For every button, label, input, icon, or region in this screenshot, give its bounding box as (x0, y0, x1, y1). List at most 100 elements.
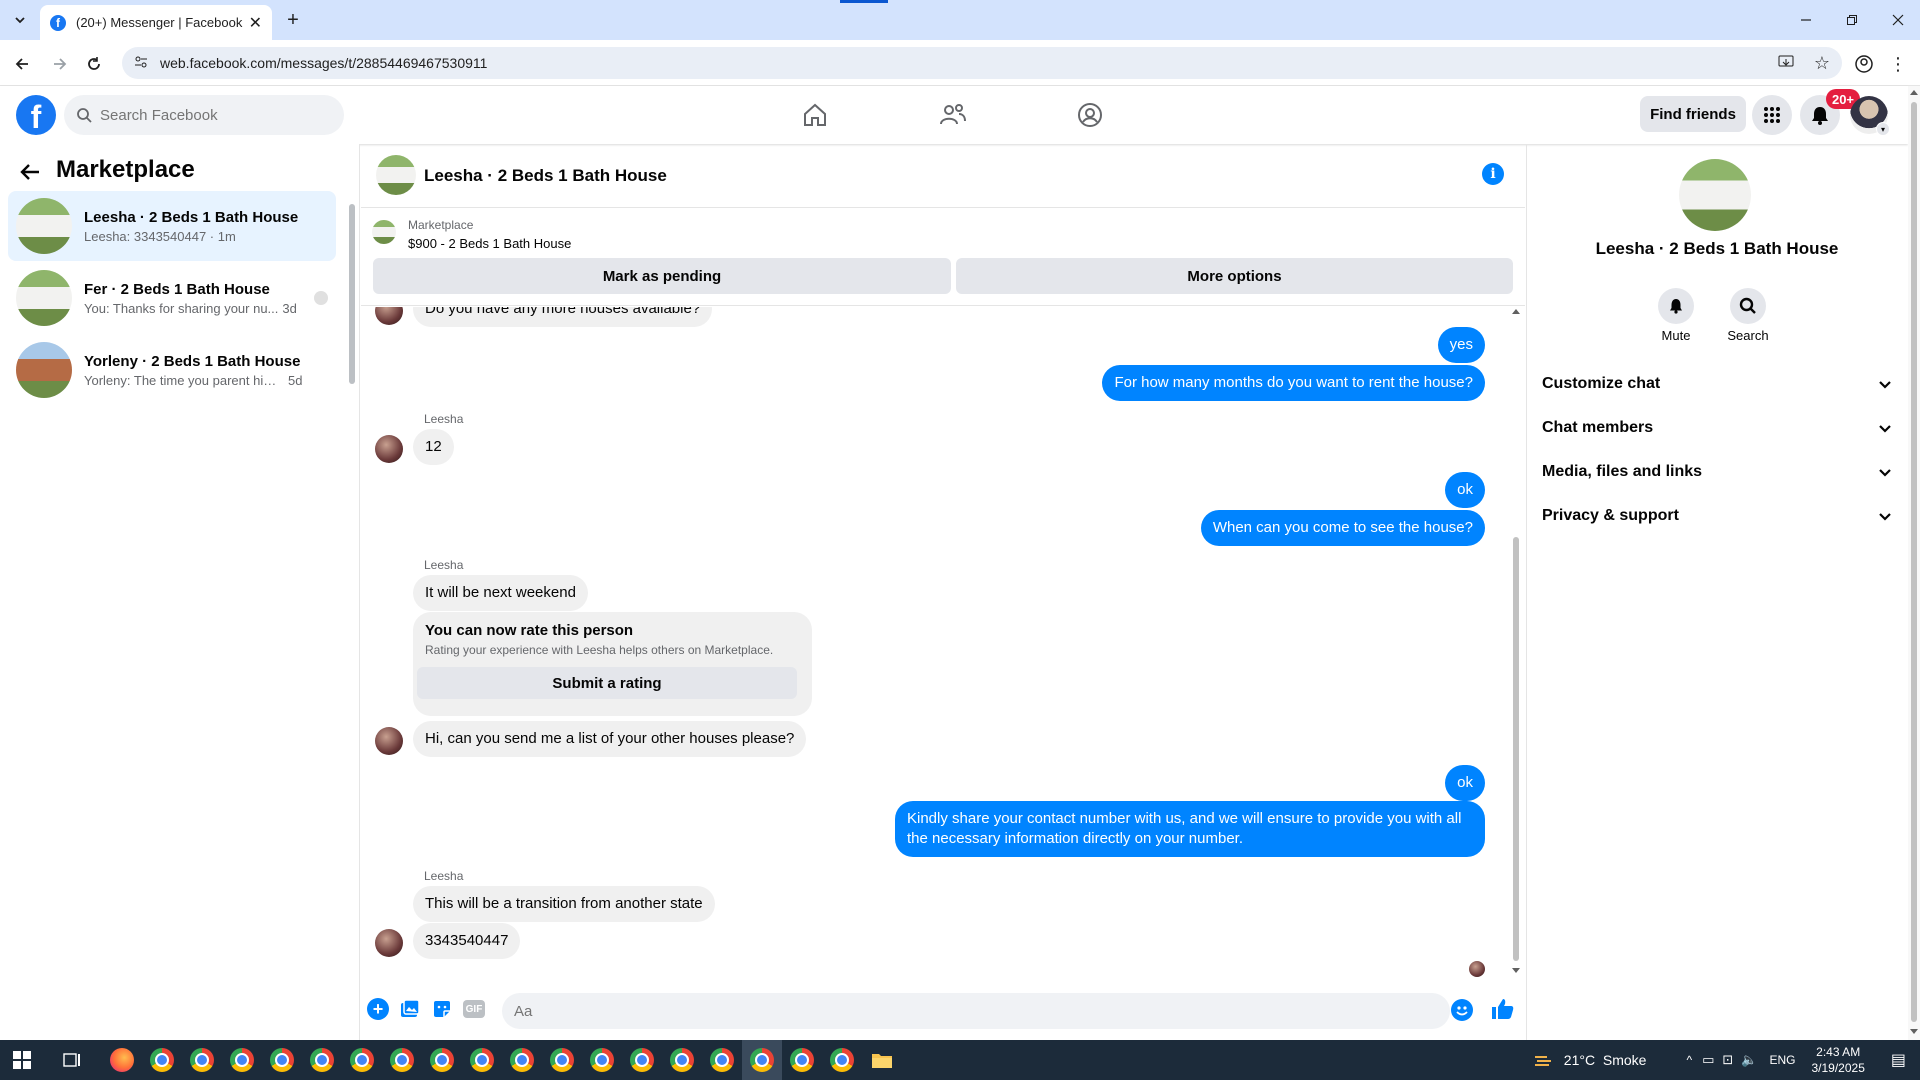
profile-account-icon[interactable] (1850, 50, 1878, 78)
listing-thumbnail[interactable] (372, 220, 396, 244)
chrome-app-icon[interactable] (262, 1040, 302, 1080)
message-bubble-incoming[interactable]: 3343540447 (413, 923, 521, 959)
minimize-window-icon[interactable] (1790, 8, 1822, 32)
home-nav-icon[interactable] (795, 95, 835, 135)
page-scrollbar[interactable] (1908, 86, 1920, 1040)
notification-center-icon[interactable]: ▤ (1891, 1050, 1906, 1070)
chat-avatar[interactable] (376, 155, 416, 195)
browser-menu-icon[interactable]: ⋮ (1884, 50, 1912, 78)
details-avatar[interactable] (1679, 159, 1751, 231)
conversation-info-icon[interactable]: i (1482, 163, 1504, 185)
site-info-icon[interactable] (134, 55, 148, 72)
system-clock[interactable]: 2:43 AM 3/19/2025 (1811, 1044, 1864, 1076)
submit-rating-button[interactable]: Submit a rating (417, 667, 797, 699)
account-chevron-down-icon[interactable]: ▾ (1876, 122, 1890, 136)
chrome-app-icon[interactable] (222, 1040, 262, 1080)
chat-title[interactable]: Leesha · 2 Beds 1 Bath House (424, 166, 667, 186)
mute-label[interactable]: Mute (1636, 328, 1716, 343)
message-bubble-outgoing[interactable]: For how many months do you want to rent … (1102, 365, 1485, 401)
meet-now-icon[interactable]: ▭ (1702, 1052, 1714, 1068)
conversation-list-scrollbar[interactable] (348, 196, 356, 396)
chrome-app-icon-active[interactable] (742, 1040, 782, 1080)
chrome-app-icon[interactable] (702, 1040, 742, 1080)
message-bubble-outgoing[interactable]: ok (1445, 472, 1485, 508)
tab-close-icon[interactable]: ✕ (249, 13, 262, 33)
message-bubble-incoming[interactable]: Hi, can you send me a list of your other… (413, 721, 807, 757)
chrome-app-icon[interactable] (142, 1040, 182, 1080)
message-bubble-outgoing[interactable]: Kindly share your contact number with us… (895, 801, 1485, 857)
message-thread-scrollbar[interactable] (1510, 307, 1522, 977)
chrome-app-icon[interactable] (382, 1040, 422, 1080)
customize-chat-section[interactable]: Customize chat (1542, 364, 1892, 404)
show-hidden-icons-chevron-icon[interactable]: ^ (1686, 1053, 1692, 1067)
chrome-app-icon[interactable] (182, 1040, 222, 1080)
mute-bell-icon[interactable] (1658, 288, 1694, 324)
menu-grid-icon[interactable] (1752, 95, 1792, 135)
browser-tab-messenger[interactable]: f (20+) Messenger | Facebook ✕ (40, 5, 272, 40)
message-bubble-incoming[interactable]: Do you have any more houses available? (413, 307, 713, 327)
attach-photo-icon[interactable] (399, 998, 421, 1020)
tab-list-chevron-icon[interactable] (6, 8, 34, 32)
add-attachment-plus-icon[interactable]: + (367, 998, 389, 1020)
message-composer[interactable] (502, 993, 1450, 1029)
forward-arrow-icon[interactable] (46, 50, 74, 78)
chrome-app-icon[interactable] (302, 1040, 342, 1080)
search-label[interactable]: Search (1708, 328, 1788, 343)
facebook-logo-icon[interactable]: f (16, 95, 56, 135)
volume-icon[interactable]: 🔈 (1741, 1052, 1757, 1068)
gif-icon[interactable]: GIF (463, 1000, 485, 1018)
weather-icon[interactable] (1524, 1040, 1564, 1080)
chrome-app-icon[interactable] (342, 1040, 382, 1080)
message-bubble-outgoing[interactable]: ok (1445, 765, 1485, 801)
privacy-support-section[interactable]: Privacy & support (1542, 496, 1892, 536)
facebook-search-box[interactable] (64, 95, 344, 135)
windows-start-icon[interactable] (2, 1040, 42, 1080)
conversation-item-leesha[interactable]: Leesha · 2 Beds 1 Bath House Leesha: 334… (8, 191, 336, 261)
back-arrow-icon[interactable] (8, 50, 36, 78)
address-bar[interactable]: web.facebook.com/messages/t/288544694675… (122, 47, 1842, 79)
media-files-links-section[interactable]: Media, files and links (1542, 452, 1892, 492)
conversation-item-fer[interactable]: Fer · 2 Beds 1 Bath House You: Thanks fo… (8, 263, 336, 333)
back-arrow-icon[interactable] (18, 160, 46, 184)
new-tab-plus-icon[interactable]: + (280, 8, 306, 32)
chrome-app-icon[interactable] (542, 1040, 582, 1080)
message-bubble-outgoing[interactable]: When can you come to see the house? (1200, 510, 1485, 546)
chat-members-section[interactable]: Chat members (1542, 408, 1892, 448)
chrome-app-icon[interactable] (582, 1040, 622, 1080)
find-friends-button[interactable]: Find friends (1640, 96, 1746, 132)
chrome-app-icon[interactable] (662, 1040, 702, 1080)
network-icon[interactable]: ⊡ (1722, 1052, 1733, 1068)
chrome-app-icon[interactable] (422, 1040, 462, 1080)
mark-as-pending-button[interactable]: Mark as pending (373, 258, 951, 294)
message-bubble-incoming[interactable]: 12 (413, 429, 454, 465)
chrome-app-icon[interactable] (822, 1040, 862, 1080)
search-facebook-input[interactable] (100, 106, 320, 124)
search-conversation-icon[interactable] (1730, 288, 1766, 324)
sticker-icon[interactable] (431, 998, 453, 1020)
chrome-app-icon[interactable] (622, 1040, 662, 1080)
firefox-app-icon[interactable] (102, 1040, 142, 1080)
file-explorer-icon[interactable] (862, 1040, 902, 1080)
message-bubble-incoming[interactable]: It will be next weekend (413, 575, 588, 611)
close-window-icon[interactable] (1882, 8, 1914, 32)
task-view-icon[interactable] (52, 1040, 92, 1080)
like-thumbs-up-icon[interactable] (1490, 996, 1516, 1022)
chrome-app-icon[interactable] (502, 1040, 542, 1080)
friends-nav-icon[interactable] (933, 95, 973, 135)
chrome-app-icon[interactable] (462, 1040, 502, 1080)
chrome-app-icon[interactable] (782, 1040, 822, 1080)
input-language[interactable]: ENG (1769, 1053, 1795, 1067)
emoji-picker-icon[interactable] (1451, 999, 1473, 1021)
message-bubble-outgoing[interactable]: yes (1437, 327, 1485, 363)
listing-title[interactable]: $900 - 2 Beds 1 Bath House (408, 236, 571, 251)
bookmark-star-icon[interactable]: ☆ (1814, 53, 1830, 74)
profile-nav-icon[interactable] (1070, 95, 1110, 135)
install-app-icon[interactable] (1778, 54, 1794, 73)
restore-window-icon[interactable] (1836, 8, 1868, 32)
reload-icon[interactable] (80, 50, 108, 78)
message-input[interactable] (514, 1002, 1438, 1020)
message-bubble-incoming[interactable]: This will be a transition from another s… (413, 886, 715, 922)
more-options-button[interactable]: More options (956, 258, 1513, 294)
weather-text[interactable]: 21°C Smoke (1564, 1052, 1647, 1068)
conversation-item-yorleny[interactable]: Yorleny · 2 Beds 1 Bath House Yorleny: T… (8, 335, 336, 405)
